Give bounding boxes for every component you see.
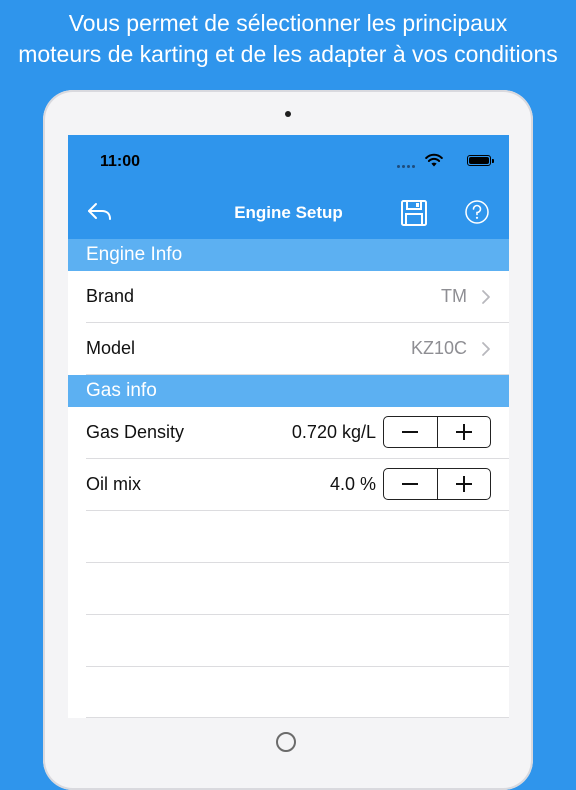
gas-density-decrement-button[interactable] <box>384 417 437 447</box>
camera-dot <box>285 111 291 117</box>
model-row[interactable]: Model KZ10C <box>68 323 509 375</box>
chevron-right-icon <box>482 290 490 304</box>
promo-line-2: moteurs de karting et de les adapter à v… <box>18 41 558 67</box>
minus-icon <box>402 483 419 485</box>
home-button[interactable] <box>276 732 296 752</box>
brand-value: TM <box>441 286 467 306</box>
model-value: KZ10C <box>410 338 467 358</box>
empty-row-divider <box>86 666 509 667</box>
cellular-signal-icon <box>397 165 415 168</box>
oil-mix-row: Oil mix 4.0 % <box>68 459 509 511</box>
brand-row[interactable]: Brand TM <box>68 271 509 323</box>
section-header-gas-info: Gas info <box>68 375 509 407</box>
minus-icon <box>402 431 419 433</box>
oil-mix-label: Oil mix <box>86 474 141 494</box>
gas-density-stepper[interactable] <box>383 416 491 448</box>
oil-mix-increment-button[interactable] <box>436 469 491 499</box>
section-header-engine-info: Engine Info <box>68 239 509 271</box>
status-time: 11:00 <box>100 153 141 170</box>
navigation-bar: Engine Setup <box>68 185 509 239</box>
floppy-disk-icon[interactable] <box>400 199 428 227</box>
wifi-icon <box>425 153 443 167</box>
brand-label: Brand <box>86 286 135 306</box>
chevron-right-icon <box>482 342 490 356</box>
gas-density-label: Gas Density <box>86 422 185 442</box>
gas-density-value: 0.720 kg/L <box>291 422 376 442</box>
plus-icon <box>455 424 472 440</box>
oil-mix-decrement-button[interactable] <box>384 469 437 499</box>
gas-density-row: Gas Density 0.720 kg/L <box>68 407 509 459</box>
status-bar: 11:00 <box>68 135 509 185</box>
oil-mix-stepper[interactable] <box>383 468 491 500</box>
plus-icon <box>455 476 472 492</box>
app-screen: 11:00 Engine Setup Engine Info Brand TM … <box>68 135 509 718</box>
empty-row-divider <box>86 614 509 615</box>
status-icons <box>371 153 494 169</box>
empty-row-divider <box>86 717 509 718</box>
empty-row-divider <box>86 562 509 563</box>
tablet-frame: 11:00 Engine Setup Engine Info Brand TM … <box>43 90 533 790</box>
gas-density-increment-button[interactable] <box>436 417 491 447</box>
model-label: Model <box>86 338 136 358</box>
page-title: Engine Setup <box>234 203 343 222</box>
question-circle-icon[interactable] <box>465 200 489 224</box>
promo-line-1: Vous permet de sélectionner les principa… <box>68 10 508 36</box>
promo-caption: Vous permet de sélectionner les principa… <box>0 8 576 70</box>
battery-icon <box>467 155 494 166</box>
oil-mix-value: 4.0 % <box>329 474 376 494</box>
